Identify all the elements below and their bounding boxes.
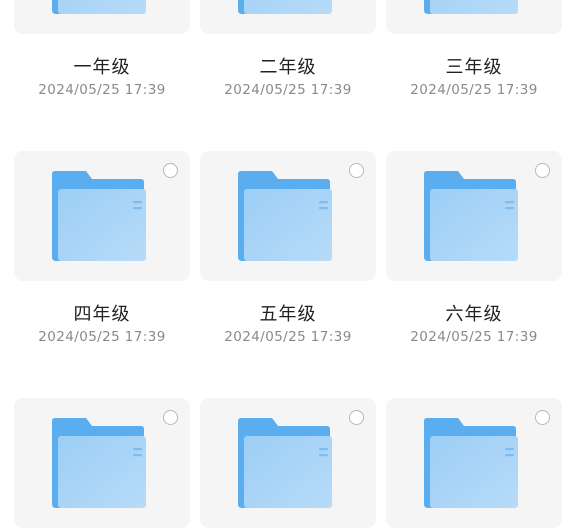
folder-icon: [238, 171, 332, 261]
select-circle-icon[interactable]: [163, 410, 178, 425]
folder-icon: [52, 0, 146, 14]
folder-date: 2024/05/25 17:39: [38, 82, 166, 98]
folder-thumbnail[interactable]: [200, 398, 376, 528]
folder-icon: [52, 171, 146, 261]
folder-thumbnail[interactable]: [200, 0, 376, 34]
folder-icon: [424, 171, 518, 261]
folder-name: 二年级: [259, 57, 317, 78]
select-circle-icon[interactable]: [163, 163, 178, 178]
folder-name: 三年级: [445, 57, 503, 78]
folder-thumbnail[interactable]: [14, 151, 190, 281]
folder-thumbnail[interactable]: [386, 0, 562, 34]
folder-thumbnail[interactable]: [386, 398, 562, 528]
select-circle-icon[interactable]: [349, 163, 364, 178]
folder-name: 一年级: [73, 57, 131, 78]
folder-thumbnail[interactable]: [14, 0, 190, 34]
folder-date: 2024/05/25 17:39: [224, 82, 352, 98]
folder-date: 2024/05/25 17:39: [224, 329, 352, 345]
folder-thumbnail[interactable]: [14, 398, 190, 528]
select-circle-icon[interactable]: [349, 410, 364, 425]
folder-date: 2024/05/25 17:39: [410, 82, 538, 98]
folder-thumbnail[interactable]: [200, 151, 376, 281]
folder-name: 四年级: [73, 304, 131, 325]
folder-name: 五年级: [259, 304, 317, 325]
folder-date: 2024/05/25 17:39: [38, 329, 166, 345]
select-circle-icon[interactable]: [535, 163, 550, 178]
folder-thumbnail[interactable]: [386, 151, 562, 281]
folder-grid: 一年级 2024/05/25 17:39 二年级 2024/05/25 17:3…: [0, 0, 576, 528]
folder-icon: [238, 0, 332, 14]
folder-name: 六年级: [445, 304, 503, 325]
folder-icon: [424, 0, 518, 14]
folder-date: 2024/05/25 17:39: [410, 329, 538, 345]
select-circle-icon[interactable]: [535, 410, 550, 425]
